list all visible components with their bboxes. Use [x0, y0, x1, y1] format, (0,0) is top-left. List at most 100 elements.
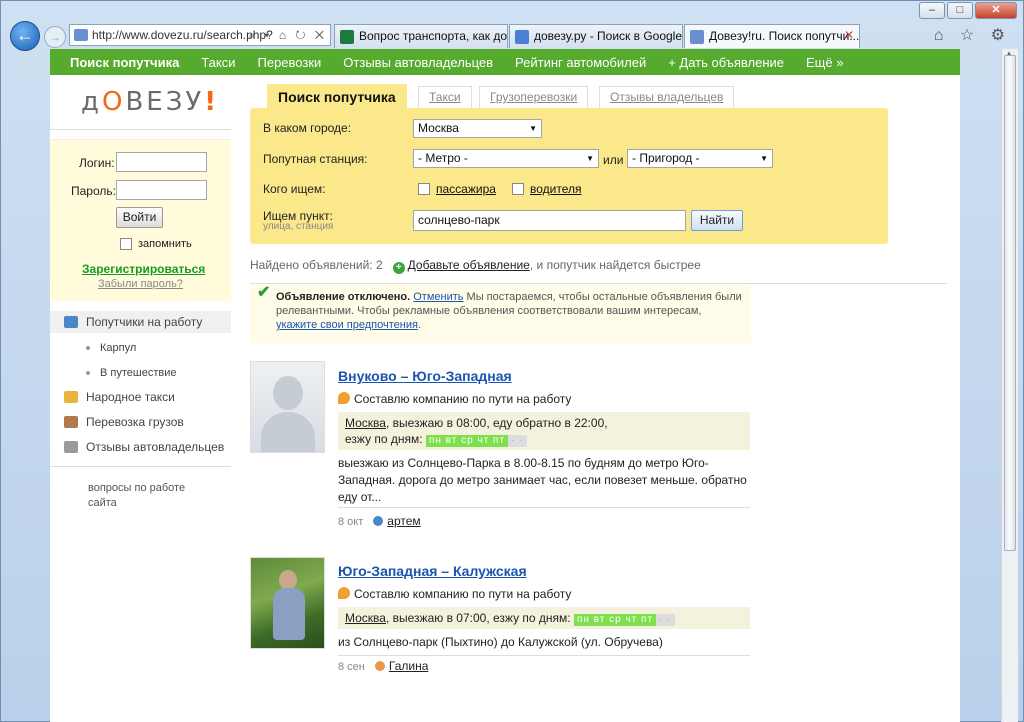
days-off-badge: · ·: [656, 614, 675, 626]
maximize-button[interactable]: □: [947, 2, 973, 19]
nav-more[interactable]: Ещё »: [806, 55, 843, 70]
password-input[interactable]: [116, 180, 207, 200]
nav-transport[interactable]: Перевозки: [258, 55, 322, 70]
point-hint: улица, станция: [263, 221, 334, 232]
city-link[interactable]: Москва: [345, 611, 386, 625]
driver-checkbox[interactable]: [512, 183, 524, 195]
or-label: или: [603, 153, 624, 167]
login-button[interactable]: Войти: [116, 207, 163, 228]
sidebar-item-cargo[interactable]: Перевозка грузов: [50, 411, 231, 433]
user-photo[interactable]: [250, 557, 325, 649]
sidebar-item-carpool[interactable]: Карпул: [50, 337, 231, 359]
ad-disabled-notice: ✔ Объявление отключено. Отменить Мы пост…: [250, 285, 751, 343]
divider: [250, 283, 947, 284]
register-link[interactable]: Зарегистрироваться: [82, 262, 205, 276]
forgot-password-link[interactable]: Забыли пароль?: [98, 278, 183, 290]
who-label: Кого ищем:: [263, 182, 326, 196]
forward-button[interactable]: →: [44, 26, 66, 48]
divider: [50, 466, 231, 467]
vertical-scrollbar[interactable]: ▲: [1001, 49, 1018, 722]
site-top-nav: Поиск попутчика Такси Перевозки Отзывы а…: [50, 49, 960, 75]
toolbar-icons[interactable]: ⌂ ☆ ⚙: [934, 25, 1011, 45]
city-select[interactable]: Москва ▼: [413, 119, 542, 138]
scrollbar-thumb[interactable]: [1004, 55, 1016, 551]
user-icon: [64, 441, 78, 453]
avatar-placeholder[interactable]: [250, 361, 325, 453]
sidebar-item-reviews[interactable]: Отзывы автовладельцев: [50, 436, 231, 458]
passenger-checkbox[interactable]: [418, 183, 430, 195]
avatar-body-shape: [261, 412, 315, 452]
listing-meta: 8 сен Галина: [338, 659, 429, 673]
photo-person-head: [279, 570, 297, 590]
suburb-select[interactable]: - Пригород - ▼: [627, 149, 773, 168]
address-actions[interactable]: ⌕ ▾ ⌂ ↻ ✕: [248, 25, 327, 45]
address-text: http://www.dovezu.ru/search.php?: [92, 28, 273, 42]
web-page: Поиск попутчика Такси Перевозки Отзывы а…: [50, 49, 960, 722]
tab-search-companion[interactable]: Поиск попутчика: [267, 84, 407, 109]
search-form: В каком городе: Москва ▼ Попутная станция…: [250, 108, 888, 244]
user-icon: [374, 661, 385, 671]
plus-icon: +: [392, 262, 405, 274]
divider: [338, 507, 750, 508]
close-tab-icon[interactable]: ✕: [844, 28, 854, 42]
listing-title-link[interactable]: Внуково – Юго-Западная: [338, 368, 512, 384]
nav-post-ad[interactable]: + Дать объявление: [668, 55, 784, 70]
point-input[interactable]: солнцево-парк: [413, 210, 686, 231]
listing-route: Москва, выезжаю в 08:00, еду обратно в 2…: [338, 412, 750, 450]
preferences-link[interactable]: укажите свои предпочтения: [276, 319, 418, 331]
bullet-icon: [86, 346, 90, 350]
sidebar-note-link[interactable]: вопросы по работе сайта: [88, 481, 208, 511]
password-label: Пароль:: [71, 184, 116, 198]
photo-person-body: [273, 588, 305, 640]
remember-checkbox[interactable]: [120, 238, 132, 250]
site-logo[interactable]: дОВЕЗУ!: [81, 87, 219, 117]
login-input[interactable]: [116, 152, 207, 172]
nav-reviews[interactable]: Отзывы автовладельцев: [343, 55, 493, 70]
city-label: В каком городе:: [263, 121, 352, 135]
address-bar[interactable]: http://www.dovezu.ru/search.php? ⌕ ▾ ⌂ ↻…: [69, 24, 331, 46]
divider: [50, 129, 231, 130]
hand-icon: [338, 392, 350, 404]
metro-select[interactable]: - Метро - ▼: [413, 149, 599, 168]
back-button[interactable]: ←: [10, 21, 40, 51]
browser-tab[interactable]: довезу.ру - Поиск в Google: [509, 24, 683, 48]
minimize-button[interactable]: –: [919, 2, 945, 19]
bullet-icon: [86, 371, 90, 375]
listing-route: Москва, выезжаю в 07:00, езжу по дням: п…: [338, 607, 750, 629]
passenger-label[interactable]: пассажира: [436, 182, 496, 196]
tab-taxi[interactable]: Такси: [418, 86, 472, 108]
days-badge: пн вт ср чт пт: [425, 435, 509, 447]
listing-meta: 8 окт артем: [338, 514, 421, 528]
listing-title-link[interactable]: Юго-Западная – Калужская: [338, 563, 527, 579]
driver-label[interactable]: водителя: [530, 182, 582, 196]
chevron-down-icon: ▼: [586, 154, 594, 163]
days-off-badge: · ·: [508, 435, 527, 447]
nav-search-companion[interactable]: Поиск попутчика: [70, 55, 179, 70]
listing-offer: Составлю компанию по пути на работу: [338, 392, 571, 406]
sidebar-item-taxi[interactable]: Народное такси: [50, 386, 231, 408]
tab-owner-reviews[interactable]: Отзывы владельцев: [599, 86, 735, 108]
browser-tab-active[interactable]: Довезу!ru. Поиск попутчи... ✕: [684, 24, 860, 48]
user-link[interactable]: Галина: [389, 659, 429, 673]
login-label: Логин:: [79, 156, 115, 170]
station-label: Попутная станция:: [263, 152, 368, 166]
browser-tab[interactable]: Вопрос транспорта, как доби...: [334, 24, 508, 48]
chevron-down-icon: ▼: [529, 124, 537, 133]
tab-favicon-icon: [690, 30, 704, 44]
sidebar-item-commute[interactable]: Попутчики на работу: [50, 311, 231, 333]
chevron-down-icon: ▼: [760, 154, 768, 163]
google-favicon-icon: [515, 30, 529, 44]
undo-link[interactable]: Отменить: [413, 291, 463, 303]
close-window-button[interactable]: ✕: [975, 2, 1017, 19]
sidebar-item-travel[interactable]: В путешествие: [50, 362, 231, 384]
listing-description: из Солнцево-парк (Пыхтино) до Калужской …: [338, 635, 663, 649]
browser-window: – □ ✕ ← → http://www.dovezu.ru/search.ph…: [0, 0, 1024, 722]
tab-cargo[interactable]: Грузоперевозки: [479, 86, 589, 108]
city-link[interactable]: Москва: [345, 416, 386, 430]
tab-favicon-icon: [340, 30, 354, 44]
user-link[interactable]: артем: [387, 514, 420, 528]
nav-taxi[interactable]: Такси: [201, 55, 235, 70]
add-listing-link[interactable]: Добавьте объявление: [408, 258, 530, 272]
nav-car-rating[interactable]: Рейтинг автомобилей: [515, 55, 646, 70]
find-button[interactable]: Найти: [691, 210, 743, 231]
